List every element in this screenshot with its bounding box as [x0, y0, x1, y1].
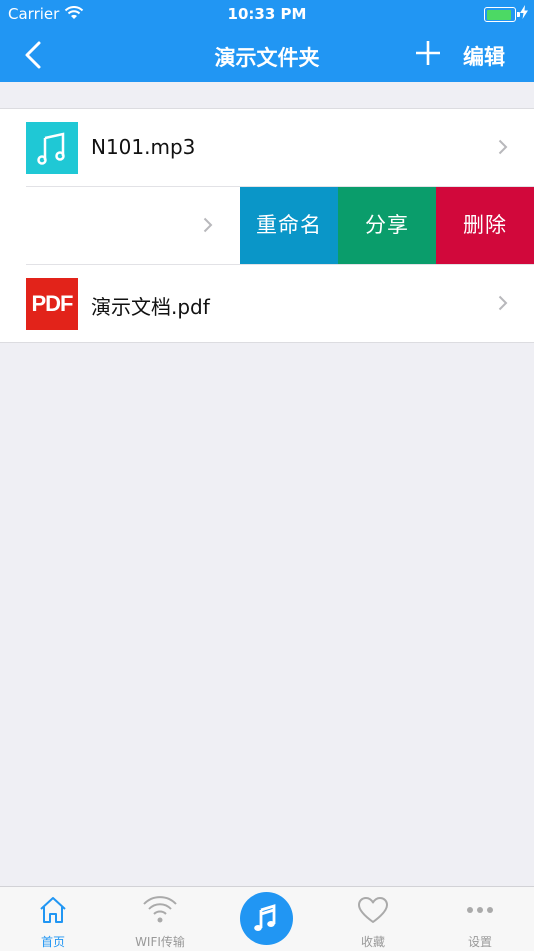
tab-label: 设置: [467, 935, 492, 949]
delete-button[interactable]: 删除: [436, 187, 534, 264]
file-name: 演示文档.pdf: [91, 295, 210, 319]
music-note-icon: [254, 904, 276, 931]
music-file-icon: [26, 122, 78, 174]
pdf-icon: PDF: [26, 278, 78, 330]
chevron-right-icon: [498, 139, 508, 155]
navigation-bar: 演示文件夹 编辑: [0, 28, 534, 82]
tab-settings[interactable]: 设置: [430, 887, 530, 951]
tab-label: 首页: [40, 935, 65, 949]
chevron-right-icon: [498, 295, 508, 311]
file-name: N101.mp3: [91, 135, 196, 159]
music-player-button[interactable]: [240, 892, 293, 945]
swipe-actions: 重命名 分享 删除: [240, 187, 534, 264]
file-row-mp3[interactable]: N101.mp3: [0, 109, 534, 186]
battery-icon: [484, 7, 520, 22]
file-row-swiped[interactable]: 重命名 分享 删除: [26, 186, 534, 264]
header: Carrier 10:33 PM 演示文件夹 编辑: [0, 0, 534, 82]
file-row-pdf[interactable]: PDF 演示文档.pdf: [26, 264, 534, 342]
tab-home[interactable]: 首页: [3, 887, 103, 951]
rename-button[interactable]: 重命名: [240, 187, 338, 264]
status-bar: Carrier 10:33 PM: [0, 0, 534, 28]
wifi-icon: [143, 896, 177, 923]
page-title: 演示文件夹: [214, 46, 320, 70]
home-icon: [40, 897, 66, 923]
edit-button[interactable]: 编辑: [463, 41, 505, 71]
charging-bolt-icon: [520, 5, 528, 19]
add-icon[interactable]: [415, 40, 441, 66]
music-note-icon: [37, 132, 65, 165]
tab-label: WIFI传输: [135, 935, 185, 949]
chevron-right-icon: [203, 217, 213, 233]
tab-wifi-transfer[interactable]: WIFI传输: [110, 887, 210, 951]
tab-favorites[interactable]: 收藏: [323, 887, 423, 951]
tab-label: 收藏: [360, 935, 385, 949]
more-dots-icon: [467, 907, 493, 913]
file-list: N101.mp3 重命名 分享 删除 PDF 演示文档.pdf: [0, 108, 534, 343]
status-time: 10:33 PM: [227, 5, 307, 23]
share-button[interactable]: 分享: [338, 187, 436, 264]
heart-icon: [358, 897, 388, 923]
